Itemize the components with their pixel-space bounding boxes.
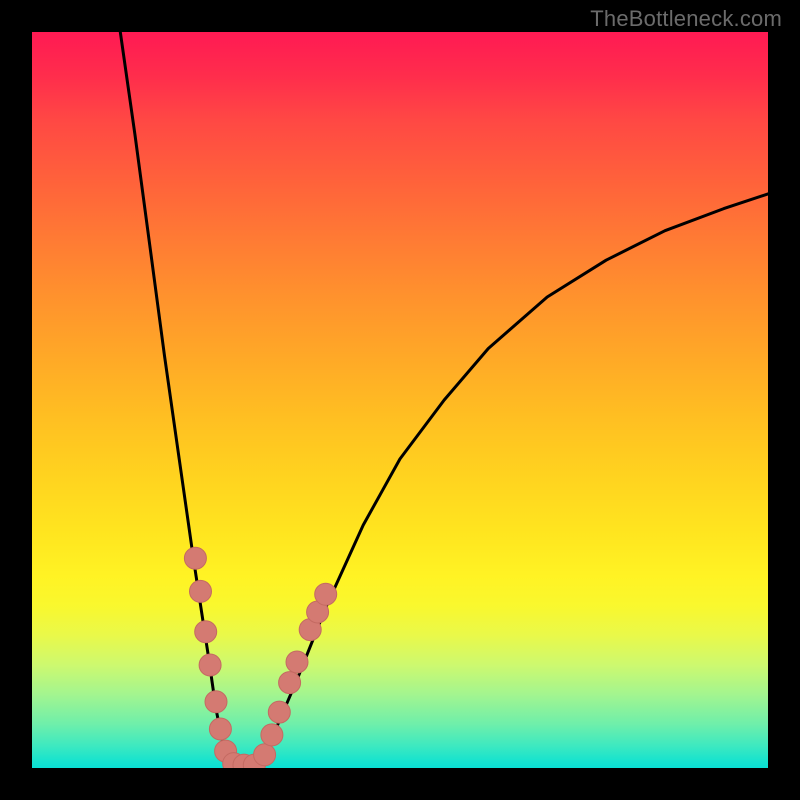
watermark-text: TheBottleneck.com: [590, 6, 782, 32]
data-point: [199, 654, 221, 676]
data-point: [315, 583, 337, 605]
data-point: [209, 718, 231, 740]
data-point: [254, 744, 276, 766]
data-point: [261, 724, 283, 746]
bottleneck-curve: [120, 32, 768, 766]
chart-svg: [32, 32, 768, 768]
data-point: [195, 621, 217, 643]
data-point: [190, 580, 212, 602]
data-point: [184, 547, 206, 569]
data-markers: [184, 547, 336, 768]
data-point: [279, 672, 301, 694]
data-point: [268, 701, 290, 723]
chart-frame: TheBottleneck.com: [0, 0, 800, 800]
curve-path: [120, 32, 768, 766]
data-point: [205, 691, 227, 713]
plot-area: [32, 32, 768, 768]
data-point: [286, 651, 308, 673]
